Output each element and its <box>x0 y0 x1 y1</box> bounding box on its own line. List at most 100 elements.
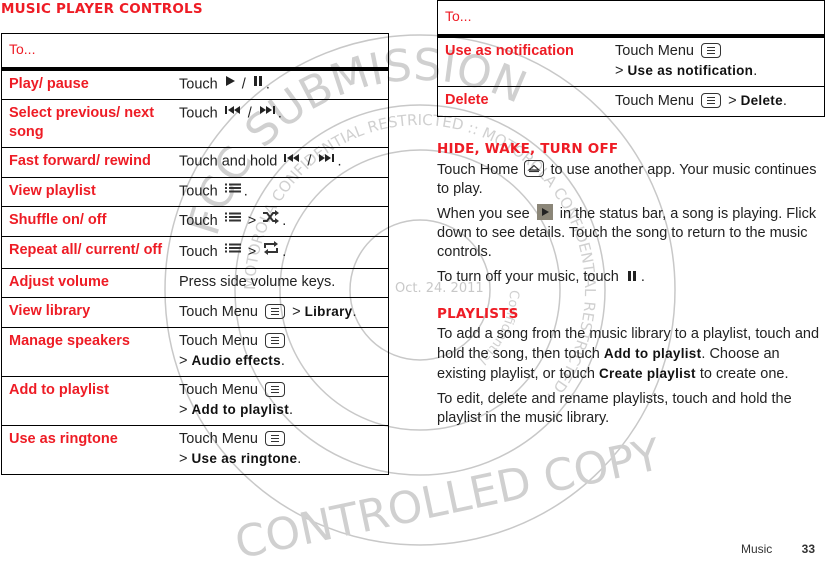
punctuation: . <box>289 401 294 418</box>
playlists-section: To add a song from the music library to … <box>437 325 827 434</box>
instruction-text: Touch Menu <box>615 93 694 109</box>
instruction-cell: Touch > . <box>172 235 389 269</box>
pause-icon <box>627 271 636 282</box>
menu-target-text: Create playlist <box>599 366 696 381</box>
menu-target-text: Add to playlist <box>603 346 702 361</box>
action-cell: View library <box>1 296 172 328</box>
punctuation: . <box>265 76 270 93</box>
instruction-text: Touch <box>179 212 218 229</box>
punctuation: . <box>782 93 787 109</box>
paragraph: To edit, delete and rename playlists, to… <box>437 390 827 428</box>
arrow-text: > <box>292 303 301 320</box>
punctuation: . <box>297 450 302 467</box>
menu-key-icon <box>265 332 286 348</box>
action-cell: Shuffle on/ off <box>1 205 172 237</box>
text: Touch Home <box>437 162 519 178</box>
more-controls-table: To... Use as notification Touch Menu > U… <box>437 0 825 117</box>
table-header-label: To... <box>9 41 36 57</box>
arrow-text: > <box>615 63 624 79</box>
table-row: Manage speakers Touch Menu > Audio effect… <box>1 326 389 377</box>
punctuation: . <box>282 243 287 260</box>
menu-key-icon <box>701 42 722 58</box>
page-number: 33 <box>801 542 815 556</box>
table-header-cell: To... <box>437 0 825 38</box>
punctuation: . <box>280 352 285 369</box>
action-delete: Delete <box>437 86 608 117</box>
action-cell: Select previous/ next song <box>1 99 172 148</box>
action-cell: Use as ringtone <box>1 424 172 475</box>
text: To turn off your music, touch <box>437 269 619 285</box>
arrow-text: > <box>728 93 737 109</box>
menu-key-icon <box>265 430 286 446</box>
table-header-label: To... <box>445 8 472 24</box>
music-player-controls-title: MUSIC PLAYER CONTROLS <box>1 1 203 17</box>
action-cell: Adjust volume <box>1 267 172 298</box>
action-use-as-notification: Use as notification <box>437 35 608 87</box>
action-cell: Fast forward/ rewind <box>1 147 172 178</box>
playlist-icon <box>224 210 242 229</box>
action-cell: Play/ pause <box>1 68 172 100</box>
shuffle-icon <box>262 209 280 230</box>
playlists-title: PLAYLISTS <box>437 306 519 322</box>
table-header-row: To... <box>437 0 825 38</box>
menu-target-text: Library <box>304 303 353 319</box>
table-row: Use as ringtone Touch Menu > Use as ringt… <box>1 424 389 475</box>
instruction-text: Touch and hold <box>179 153 278 170</box>
table-row: Repeat all/ current/ off Touch > . <box>1 235 389 269</box>
instruction-text: Touch Menu <box>615 43 694 59</box>
menu-target-text: Use as ringtone <box>191 450 298 466</box>
text: to create one. <box>699 366 789 382</box>
text: To edit, delete and rename playlists, to… <box>437 391 792 426</box>
repeat-icon <box>262 240 280 262</box>
table-row: View library Touch Menu > Library. <box>1 296 389 328</box>
previous-icon <box>283 151 301 170</box>
menu-target-text: Add to playlist <box>191 401 290 417</box>
instruction-cell: Touch and hold / . <box>172 147 389 178</box>
music-controls-table: To... Play/ pause Touch / . Select previou… <box>1 33 389 475</box>
instruction-cell: Touch Menu > Delete. <box>608 86 825 117</box>
playlist-icon <box>224 241 242 260</box>
status-bar-play-icon <box>536 204 553 221</box>
footer-section-name: Music <box>740 542 773 556</box>
punctuation: . <box>753 63 758 79</box>
home-key-icon <box>524 159 545 177</box>
paragraph: When you see in the status bar, a song i… <box>437 204 827 262</box>
table-row: Play/ pause Touch / . <box>1 68 389 100</box>
next-icon <box>317 151 335 170</box>
menu-target-text: Audio effects <box>191 352 281 368</box>
separator: / <box>307 153 312 170</box>
separator: / <box>241 76 246 93</box>
page-footer: Music 33 <box>741 542 815 556</box>
instruction-cell: Touch Menu > Use as ringtone. <box>172 424 389 475</box>
table-row: Delete Touch Menu > Delete. <box>437 86 825 117</box>
arrow-text: > <box>179 401 188 418</box>
punctuation: . <box>352 303 357 320</box>
next-icon <box>258 103 276 122</box>
table-row: Select previous/ next song Touch / . <box>1 99 389 148</box>
instruction-text: Touch <box>179 182 218 199</box>
menu-target-text: Delete <box>740 93 783 108</box>
instruction-cell: Touch / . <box>172 99 389 148</box>
menu-key-icon <box>265 303 286 319</box>
instruction-text: Touch Menu <box>179 303 258 320</box>
table-header-row: To... <box>1 33 389 71</box>
menu-target-text: Use as notification <box>627 63 754 78</box>
instruction-text: Press side volume keys. <box>179 273 336 290</box>
table-row: Adjust volume Press side volume keys. <box>1 267 389 298</box>
arrow-text: > <box>179 352 188 369</box>
separator: / <box>247 105 252 122</box>
paragraph: Touch Home to use another app. Your musi… <box>437 159 827 199</box>
menu-key-icon <box>265 381 286 397</box>
instruction-cell: Touch Menu > Audio effects. <box>172 326 389 377</box>
action-cell: Add to playlist <box>1 375 172 426</box>
table-row: Shuffle on/ off Touch > . <box>1 205 389 237</box>
paragraph: To add a song from the music library to … <box>437 325 827 384</box>
table-header-cell: To... <box>1 33 389 71</box>
previous-icon <box>224 103 242 122</box>
table-row: View playlist Touch . <box>1 176 389 207</box>
table-row: Add to playlist Touch Menu > Add to playl… <box>1 375 389 426</box>
instruction-text: Touch Menu <box>179 332 258 349</box>
hide-wake-section: Touch Home to use another app. Your musi… <box>437 159 827 293</box>
punctuation: . <box>282 212 287 229</box>
instruction-text: Touch <box>179 243 218 260</box>
